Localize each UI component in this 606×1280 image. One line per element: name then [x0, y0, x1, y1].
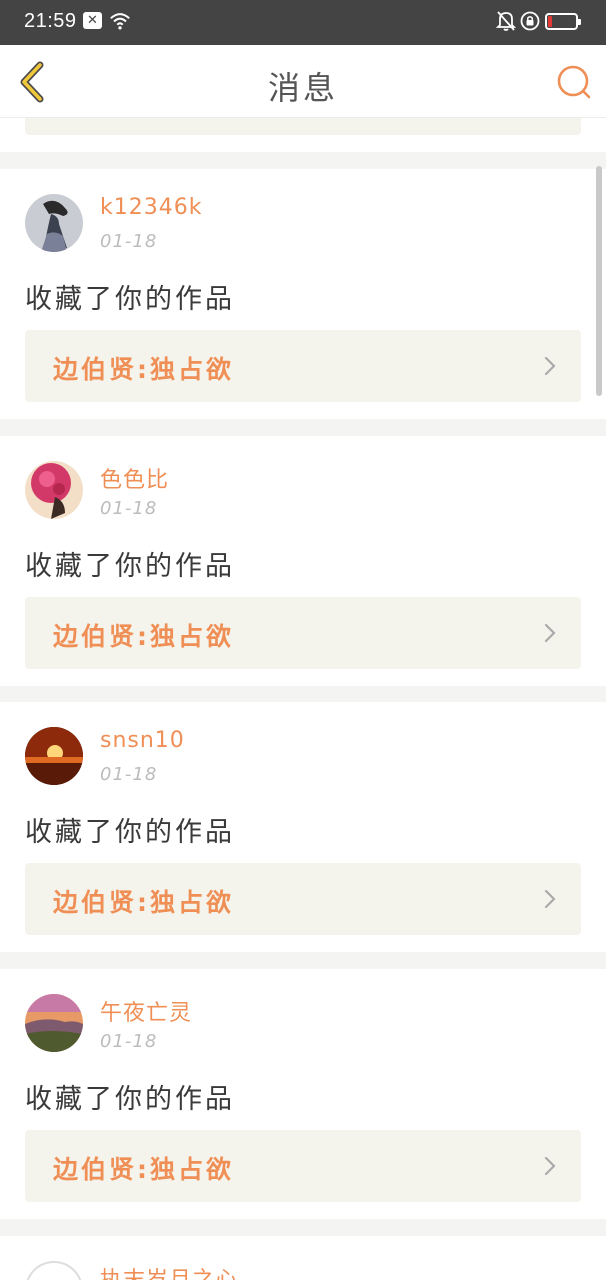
list-item: 午夜亡灵 01-18 收藏了你的作品 边伯贤:独占欲 [0, 969, 606, 1219]
username[interactable]: 色色比 [100, 462, 169, 494]
search-icon[interactable] [554, 62, 594, 102]
list-item: 色色比 01-18 收藏了你的作品 边伯贤:独占欲 [0, 436, 606, 686]
wifi-icon [110, 13, 130, 30]
scrollbar[interactable] [596, 166, 602, 396]
lock-rotate-icon [520, 11, 540, 31]
message-feed[interactable]: k12346k 01-18 收藏了你的作品 边伯贤:独占欲 色色比 01-18 … [0, 118, 606, 1280]
message-date: 01-18 [100, 1031, 158, 1052]
username[interactable]: 执末岁月之心 [100, 1262, 238, 1280]
action-text: 收藏了你的作品 [25, 551, 235, 582]
work-title: 边伯贤:独占欲 [53, 622, 234, 651]
list-item-partial-top [0, 118, 606, 152]
action-text: 收藏了你的作品 [25, 284, 235, 315]
list-item: k12346k 01-18 收藏了你的作品 边伯贤:独占欲 [0, 169, 606, 419]
action-text: 收藏了你的作品 [25, 1084, 235, 1115]
status-time: 21:59 [24, 10, 77, 32]
work-link[interactable]: 边伯贤:独占欲 [25, 597, 581, 669]
chevron-right-icon [544, 889, 556, 909]
message-date: 01-18 [100, 764, 158, 785]
username[interactable]: 午夜亡灵 [100, 995, 192, 1027]
avatar[interactable] [25, 461, 83, 519]
bell-off-icon [496, 11, 516, 31]
header: 消息 [0, 45, 606, 118]
action-text: 收藏了你的作品 [25, 817, 235, 848]
page-title: 消息 [267, 69, 338, 107]
avatar[interactable] [25, 727, 83, 785]
username[interactable]: snsn10 [100, 728, 185, 753]
avatar[interactable] [25, 194, 83, 252]
battery-low-icon [545, 13, 581, 30]
work-title: 边伯贤:独占欲 [53, 355, 234, 384]
message-date: 01-18 [100, 498, 158, 519]
chevron-right-icon [544, 623, 556, 643]
status-bar: 21:59 ✕ [0, 0, 606, 45]
list-item: 执末岁月之心 [0, 1236, 606, 1280]
work-link[interactable]: 边伯贤:独占欲 [25, 330, 581, 402]
list-item: snsn10 01-18 收藏了你的作品 边伯贤:独占欲 [0, 702, 606, 952]
avatar[interactable] [25, 994, 83, 1052]
work-link[interactable]: 边伯贤:独占欲 [25, 1130, 581, 1202]
work-title: 边伯贤:独占欲 [53, 888, 234, 917]
chevron-right-icon [544, 356, 556, 376]
message-date: 01-18 [100, 231, 158, 252]
work-link-partial[interactable] [25, 118, 581, 135]
chevron-right-icon [544, 1156, 556, 1176]
avatar[interactable] [25, 1261, 83, 1280]
work-title: 边伯贤:独占欲 [53, 1155, 234, 1184]
work-link[interactable]: 边伯贤:独占欲 [25, 863, 581, 935]
close-box-icon: ✕ [83, 12, 102, 29]
username[interactable]: k12346k [100, 195, 202, 220]
